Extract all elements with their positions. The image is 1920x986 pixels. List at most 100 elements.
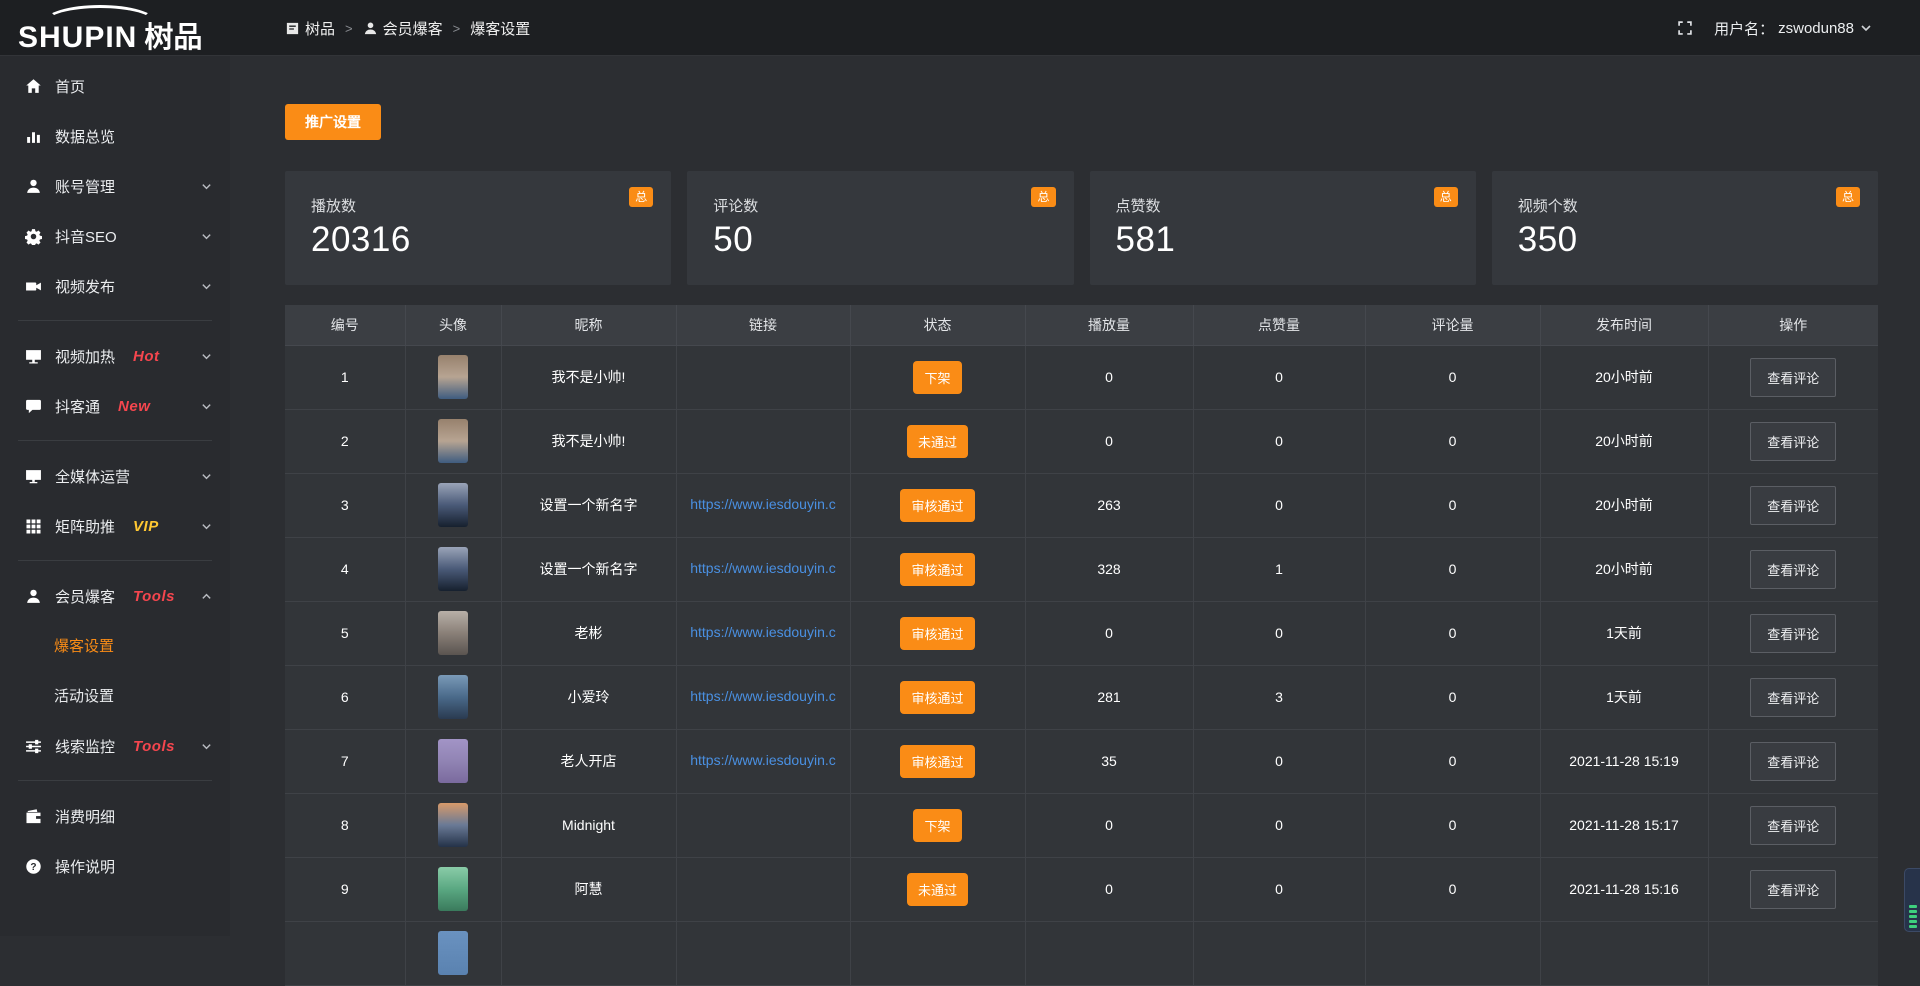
- widget-bar: [1909, 925, 1917, 928]
- sidebar-item-member-baoke[interactable]: 会员爆客Tools: [0, 578, 230, 614]
- status-button[interactable]: 审核通过: [900, 553, 974, 586]
- cell-avatar: [405, 729, 501, 793]
- breadcrumb-label: 树品: [305, 18, 335, 39]
- sidebar-item-label: 会员爆客: [55, 586, 115, 607]
- column-header: 编号: [285, 305, 405, 345]
- username-value: zswodun88: [1778, 20, 1854, 37]
- view-comments-button[interactable]: 查看评论: [1750, 614, 1836, 653]
- cell-no: 4: [285, 537, 405, 601]
- sidebar-subitem-activity-settings[interactable]: 活动设置: [0, 678, 230, 712]
- cell-action: [1708, 921, 1878, 985]
- status-button[interactable]: 审核通过: [900, 681, 974, 714]
- sidebar-item-video-publish[interactable]: 视频发布: [0, 268, 230, 304]
- sidebar-item-douketong[interactable]: 抖客通New: [0, 388, 230, 424]
- video-link[interactable]: https://www.iesdouyin.c: [690, 624, 836, 640]
- cell-link: https://www.iesdouyin.c: [676, 473, 850, 537]
- chat-icon: [25, 398, 42, 415]
- video-link[interactable]: https://www.iesdouyin.c: [690, 688, 836, 704]
- sidebar-item-home[interactable]: 首页: [0, 68, 230, 104]
- sidebar-subitem-baoke-settings[interactable]: 爆客设置: [0, 628, 230, 662]
- cell-no: 9: [285, 857, 405, 921]
- cell-avatar: [405, 409, 501, 473]
- sidebar-divider: [18, 440, 212, 441]
- breadcrumb-item-member[interactable]: 会员爆客: [363, 18, 443, 39]
- main-content: 推广设置 播放数20316总评论数50总点赞数581总视频个数350总 编号头像…: [230, 56, 1920, 936]
- cell-nickname: 我不是小帅!: [501, 345, 676, 409]
- view-comments-button[interactable]: 查看评论: [1750, 678, 1836, 717]
- cell-no: 3: [285, 473, 405, 537]
- view-comments-button[interactable]: 查看评论: [1750, 742, 1836, 781]
- service-widget[interactable]: [1904, 868, 1920, 932]
- cell-action: 查看评论: [1708, 665, 1878, 729]
- sidebar-item-video-heating[interactable]: 视频加热Hot: [0, 338, 230, 374]
- sidebar-item-label: 操作说明: [55, 856, 115, 877]
- svg-text:?: ?: [30, 862, 36, 873]
- table-header-row: 编号头像昵称链接状态播放量点赞量评论量发布时间操作: [285, 305, 1878, 345]
- status-button[interactable]: 未通过: [907, 425, 968, 458]
- video-link[interactable]: https://www.iesdouyin.c: [690, 752, 836, 768]
- cell-comments: 0: [1365, 473, 1540, 537]
- chevron-down-icon: [201, 351, 212, 362]
- status-button[interactable]: 下架: [913, 809, 961, 842]
- cell-plays: [1025, 921, 1193, 985]
- fullscreen-icon[interactable]: [1676, 19, 1694, 37]
- avatar: [438, 611, 468, 655]
- sidebar-item-label: 消费明细: [55, 806, 115, 827]
- column-header: 头像: [405, 305, 501, 345]
- breadcrumb-item-home[interactable]: 树品: [285, 18, 335, 39]
- widget-bar: [1909, 915, 1917, 918]
- promo-settings-button[interactable]: 推广设置: [285, 104, 381, 140]
- sidebar-item-consumption-detail[interactable]: 消费明细: [0, 798, 230, 834]
- sidebar-item-label: 视频发布: [55, 276, 115, 297]
- user-menu[interactable]: 用户名：zswodun88: [1714, 18, 1872, 39]
- cell-status: 审核通过: [850, 601, 1025, 665]
- cell-comments: 0: [1365, 409, 1540, 473]
- logo[interactable]: SHUPIN树品: [18, 0, 230, 56]
- sidebar-item-account-management[interactable]: 账号管理: [0, 168, 230, 204]
- sidebar-item-label: 矩阵助推: [55, 516, 115, 537]
- breadcrumb-separator: >: [453, 21, 461, 36]
- cell-avatar: [405, 601, 501, 665]
- view-comments-button[interactable]: 查看评论: [1750, 806, 1836, 845]
- video-link[interactable]: https://www.iesdouyin.c: [690, 560, 836, 576]
- table-row: [285, 921, 1878, 985]
- view-comments-button[interactable]: 查看评论: [1750, 422, 1836, 461]
- cell-avatar: [405, 793, 501, 857]
- cell-comments: [1365, 921, 1540, 985]
- widget-bar: [1909, 920, 1917, 923]
- status-button[interactable]: 未通过: [907, 873, 968, 906]
- cell-status: 未通过: [850, 409, 1025, 473]
- breadcrumb-item-current: 爆客设置: [470, 18, 530, 39]
- user-icon: [25, 588, 42, 605]
- cell-comments: 0: [1365, 729, 1540, 793]
- status-button[interactable]: 审核通过: [900, 617, 974, 650]
- cell-link: https://www.iesdouyin.c: [676, 601, 850, 665]
- cell-plays: 0: [1025, 793, 1193, 857]
- status-button[interactable]: 审核通过: [900, 489, 974, 522]
- video-link[interactable]: https://www.iesdouyin.c: [690, 496, 836, 512]
- cell-time: [1540, 921, 1708, 985]
- cell-status: 未通过: [850, 857, 1025, 921]
- view-comments-button[interactable]: 查看评论: [1750, 550, 1836, 589]
- cell-nickname: Midnight: [501, 793, 676, 857]
- sidebar-item-label: 账号管理: [55, 176, 115, 197]
- table-row: 7老人开店https://www.iesdouyin.c审核通过35002021…: [285, 729, 1878, 793]
- sidebar-menu: 首页数据总览账号管理抖音SEO 视频发布视频加热Hot 抖客通New 全媒体运营矩阵助…: [0, 68, 230, 884]
- sidebar-item-omni-media[interactable]: 全媒体运营: [0, 458, 230, 494]
- table-row: 3设置一个新名字https://www.iesdouyin.c审核通过26300…: [285, 473, 1878, 537]
- cell-no: 7: [285, 729, 405, 793]
- view-comments-button[interactable]: 查看评论: [1750, 358, 1836, 397]
- sidebar-item-clue-monitor[interactable]: 线索监控Tools: [0, 728, 230, 764]
- sidebar-item-data-overview[interactable]: 数据总览: [0, 118, 230, 154]
- status-button[interactable]: 审核通过: [900, 745, 974, 778]
- sidebar-item-label: 视频加热: [55, 346, 115, 367]
- sidebar-item-badge: Tools: [133, 738, 175, 755]
- view-comments-button[interactable]: 查看评论: [1750, 870, 1836, 909]
- sidebar-item-operation-guide[interactable]: ? 操作说明: [0, 848, 230, 884]
- status-button[interactable]: 下架: [913, 361, 961, 394]
- grid-icon: [25, 518, 42, 535]
- view-comments-button[interactable]: 查看评论: [1750, 486, 1836, 525]
- sidebar-item-matrix-boost[interactable]: 矩阵助推VIP: [0, 508, 230, 544]
- cell-no: 6: [285, 665, 405, 729]
- sidebar-item-douyin-seo[interactable]: 抖音SEO: [0, 218, 230, 254]
